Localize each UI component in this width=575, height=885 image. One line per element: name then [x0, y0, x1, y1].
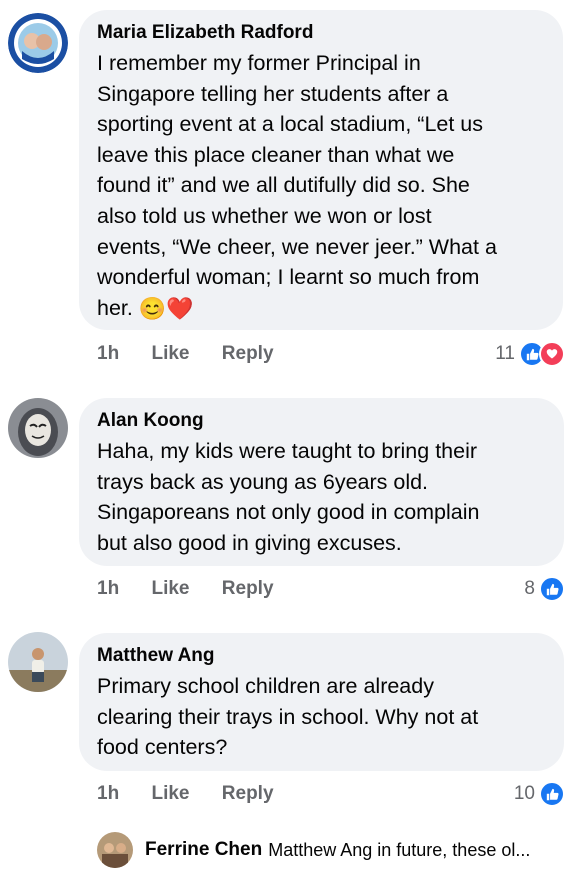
comment-text: I remember my former Principal in Singap…: [97, 51, 497, 321]
reply-author[interactable]: Ferrine Chen: [145, 839, 262, 861]
avatar[interactable]: [8, 632, 68, 692]
timestamp[interactable]: 1h: [97, 578, 119, 599]
reply-text: Matthew Ang in future, these ol...: [268, 839, 531, 860]
reaction-summary[interactable]: 11: [495, 341, 565, 367]
comment-author[interactable]: Matthew Ang: [97, 644, 546, 667]
comment-text: Primary school children are already clea…: [97, 674, 479, 760]
like-button[interactable]: Like: [151, 783, 189, 804]
avatar[interactable]: [8, 13, 68, 73]
comment-actions: 1h Like Reply: [97, 781, 301, 807]
reply-preview[interactable]: Ferrine Chen Matthew Ang in future, thes…: [97, 832, 531, 868]
avatar[interactable]: [8, 398, 68, 458]
thumbs-up-icon: [539, 781, 565, 807]
thumbs-up-icon: [539, 576, 565, 602]
reaction-summary[interactable]: 10: [514, 781, 565, 807]
like-button[interactable]: Like: [151, 578, 189, 599]
comment-author[interactable]: Maria Elizabeth Radford: [97, 21, 545, 44]
heart-icon: [539, 341, 565, 367]
timestamp[interactable]: 1h: [97, 783, 119, 804]
timestamp[interactable]: 1h: [97, 343, 119, 364]
comment-bubble: Maria Elizabeth Radford I remember my fo…: [79, 10, 563, 330]
reaction-count: 11: [495, 343, 515, 364]
emoji-reaction: 😊❤️: [138, 295, 194, 321]
reply-button[interactable]: Reply: [222, 578, 274, 599]
comment-bubble: Alan Koong Haha, my kids were taught to …: [79, 398, 564, 566]
avatar[interactable]: [97, 832, 133, 868]
reply-button[interactable]: Reply: [222, 343, 274, 364]
comment-bubble: Matthew Ang Primary school children are …: [79, 633, 564, 771]
comment-author[interactable]: Alan Koong: [97, 409, 546, 432]
comment-actions: 1h Like Reply: [97, 341, 301, 367]
like-button[interactable]: Like: [151, 343, 189, 364]
reaction-summary[interactable]: 8: [524, 576, 565, 602]
reaction-count: 8: [524, 578, 535, 599]
reply-button[interactable]: Reply: [222, 783, 274, 804]
comment-actions: 1h Like Reply: [97, 576, 301, 602]
reaction-count: 10: [513, 783, 535, 804]
comment-text: Haha, my kids were taught to bring their…: [97, 439, 480, 555]
